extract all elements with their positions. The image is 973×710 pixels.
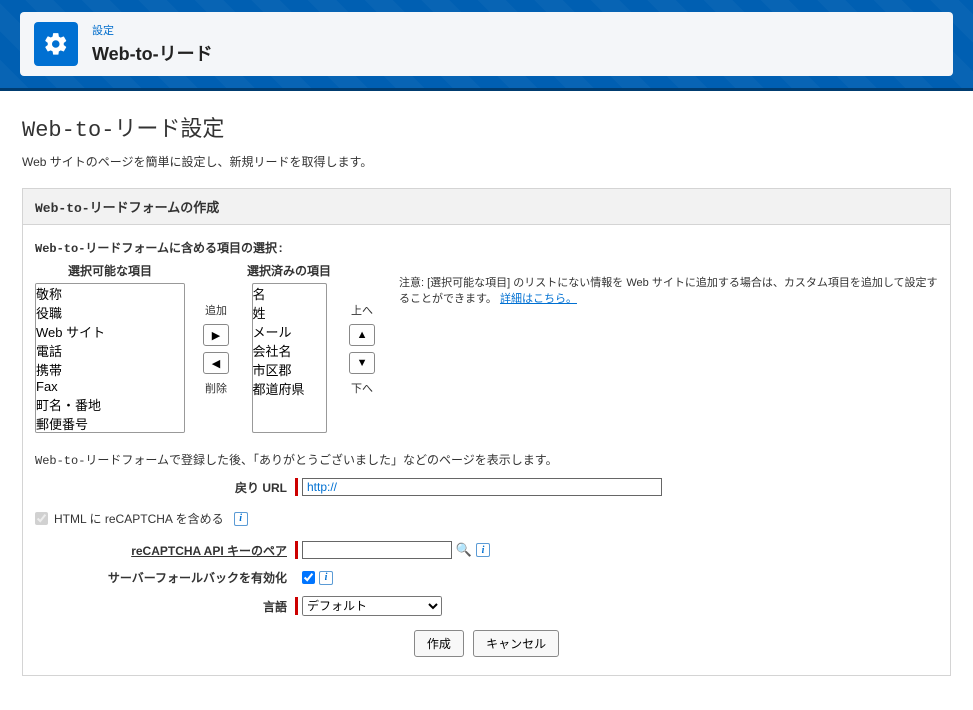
recaptcha-api-input[interactable] [302, 541, 452, 559]
page-title-header: Web-to-リード [92, 40, 213, 66]
required-indicator [295, 597, 298, 615]
list-item[interactable]: メール [253, 322, 326, 341]
up-button[interactable]: ▲ [349, 324, 375, 346]
list-item[interactable]: 姓 [253, 303, 326, 322]
cancel-button[interactable]: キャンセル [473, 630, 559, 657]
list-item[interactable]: Fax [36, 379, 184, 395]
page-description: Web サイトのページを簡単に設定し、新規リードを取得します。 [22, 153, 951, 170]
list-item[interactable]: 役職 [36, 303, 184, 322]
info-icon[interactable]: i [319, 571, 333, 585]
return-url-input[interactable] [302, 478, 662, 496]
info-icon[interactable]: i [234, 512, 248, 526]
available-select[interactable]: 敬称役職Web サイト電話携帯Fax町名・番地郵便番号国 [35, 283, 185, 433]
server-fallback-checkbox[interactable] [302, 571, 315, 584]
header-band: 設定 Web-to-リード [0, 0, 973, 91]
dual-list-row: 選択可能な項目 敬称役職Web サイト電話携帯Fax町名・番地郵便番号国 追加 … [35, 262, 938, 433]
return-url-label: 戻り URL [35, 479, 295, 496]
up-label: 上へ [351, 302, 373, 318]
down-button[interactable]: ▼ [349, 352, 375, 374]
recaptcha-checkbox[interactable] [35, 512, 48, 525]
note-text: 注意: [選択可能な項目] のリストにない情報を Web サイトに追加する場合は… [399, 274, 938, 306]
content-area: Web-to-リード設定 Web サイトのページを簡単に設定し、新規リードを取得… [0, 91, 973, 710]
add-label: 追加 [205, 302, 227, 318]
breadcrumb[interactable]: 設定 [92, 22, 213, 38]
section-title: Web-to-リードフォームの作成 [23, 189, 950, 225]
server-fallback-label: サーバーフォールバックを有効化 [35, 569, 295, 586]
recaptcha-checkbox-label: HTML に reCAPTCHA を含める [54, 510, 224, 527]
note-prefix: 注意: [選択可能な項目] のリストにない情報を Web サイトに追加する場合は… [399, 277, 937, 305]
required-indicator [295, 541, 298, 559]
list-item[interactable]: 都道府県 [253, 379, 326, 398]
remove-label: 削除 [205, 380, 227, 396]
add-button[interactable]: ▶ [203, 324, 229, 346]
available-label: 選択可能な項目 [35, 262, 185, 279]
required-indicator [295, 478, 298, 496]
note-link[interactable]: 詳細はこちら。 [500, 293, 577, 305]
down-label: 下へ [351, 380, 373, 396]
list-item[interactable]: 町名・番地 [36, 395, 184, 414]
language-label: 言語 [35, 598, 295, 615]
remove-button[interactable]: ◀ [203, 352, 229, 374]
list-item[interactable]: 敬称 [36, 284, 184, 303]
generate-button[interactable]: 作成 [414, 630, 464, 657]
selected-select[interactable]: 名姓メール会社名市区郡都道府県 [252, 283, 327, 433]
recaptcha-api-label: reCAPTCHA API キーのペア [35, 542, 295, 559]
gear-icon [34, 22, 78, 66]
page-heading: Web-to-リード設定 [22, 111, 951, 143]
thankyou-note: Web-to-リードフォームで登録した後、「ありがとうございました」などのページ… [35, 451, 938, 468]
list-item[interactable]: 電話 [36, 341, 184, 360]
header-inner: 設定 Web-to-リード [20, 12, 953, 76]
list-item[interactable]: 会社名 [253, 341, 326, 360]
list-item[interactable]: 郵便番号 [36, 414, 184, 433]
info-icon[interactable]: i [476, 543, 490, 557]
lookup-icon[interactable]: 🔍 [456, 542, 472, 558]
list-item[interactable]: 名 [253, 284, 326, 303]
list-item[interactable]: 携帯 [36, 360, 184, 379]
list-item[interactable]: 市区郡 [253, 360, 326, 379]
list-item[interactable]: Web サイト [36, 322, 184, 341]
form-section: Web-to-リードフォームの作成 Web-to-リードフォームに含める項目の選… [22, 188, 951, 676]
section-subhead: Web-to-リードフォームに含める項目の選択: [35, 239, 938, 256]
selected-label: 選択済みの項目 [247, 262, 331, 279]
language-select[interactable]: デフォルト [302, 596, 442, 616]
